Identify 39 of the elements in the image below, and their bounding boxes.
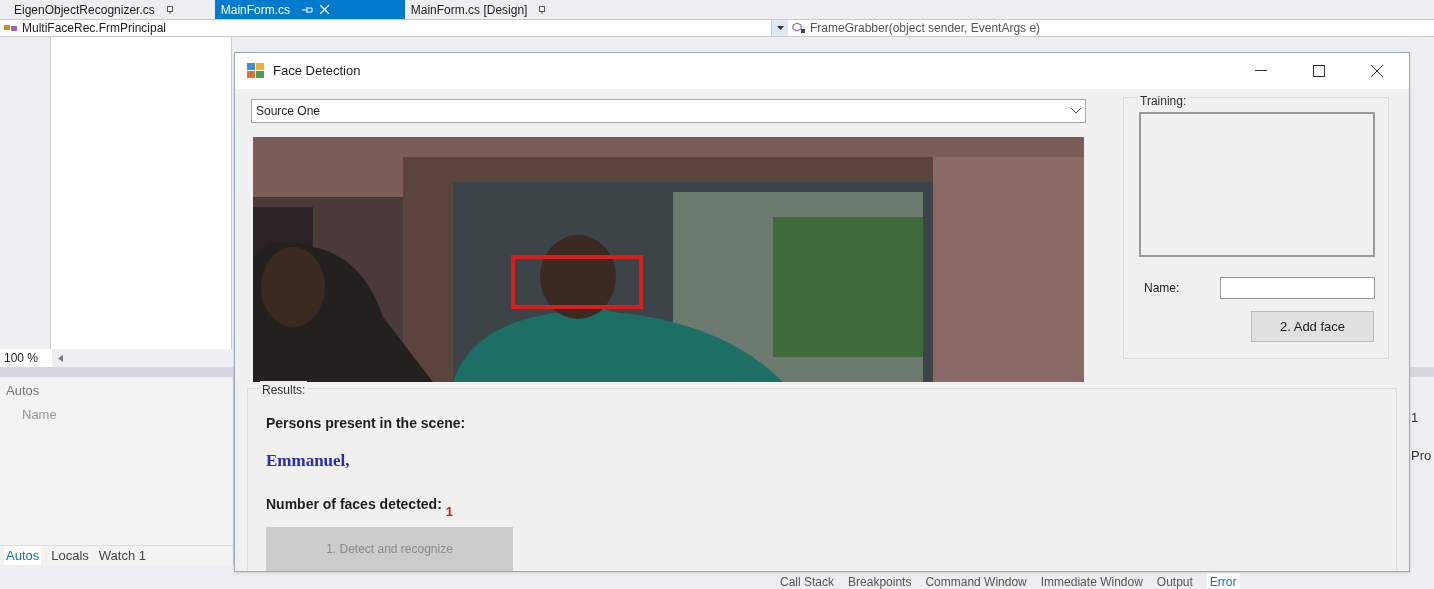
panel-tab[interactable]: Breakpoints (848, 573, 912, 589)
app-icon (247, 63, 265, 79)
editor-tab[interactable]: MainForm.cs [Design] (404, 0, 552, 19)
panel-text: Pro (1411, 446, 1432, 465)
method-icon (792, 22, 806, 34)
panel-tab[interactable]: Command Window (925, 573, 1027, 589)
column-header: Name (22, 405, 57, 424)
name-input[interactable] (1220, 277, 1375, 299)
source-dropdown[interactable]: Source One (251, 99, 1086, 123)
pin-icon[interactable] (302, 5, 315, 14)
panel-tab[interactable]: Error (1206, 573, 1240, 589)
panel-title: Autos (5, 382, 41, 400)
window-title: Face Detection (273, 62, 361, 81)
maximize-icon[interactable] (1313, 65, 1325, 77)
class-icon (4, 23, 18, 33)
pin-icon[interactable] (166, 5, 173, 14)
panel-tab[interactable]: Autos (4, 545, 42, 566)
member-dropdown[interactable]: FrameGrabber(object sender, EventArgs e) (810, 19, 1041, 37)
editor-tab[interactable]: EigenObjectRecognizer.cs (8, 0, 179, 19)
close-icon[interactable] (1371, 65, 1383, 77)
panel-tab[interactable]: Watch 1 (98, 545, 147, 566)
panel-tab[interactable]: Locals (51, 545, 89, 566)
add-face-button[interactable]: 2. Add face (1251, 311, 1374, 342)
persons-value: Emmanuel, (266, 450, 351, 472)
persons-label: Persons present in the scene: (266, 414, 467, 433)
panel-tab[interactable]: Immediate Window (1040, 573, 1143, 589)
zoom-dropdown[interactable]: 100 % (0, 349, 52, 367)
panel-tab[interactable]: Call Stack (780, 573, 835, 589)
faces-count-value: 1 (445, 502, 454, 521)
panel-tab[interactable]: Output (1156, 573, 1193, 589)
scroll-left-icon[interactable] (58, 354, 63, 362)
faces-count-label: Number of faces detected: (266, 494, 442, 514)
minimize-icon[interactable] (1255, 70, 1267, 72)
name-label: Name: (1144, 280, 1181, 297)
type-dropdown[interactable]: MultiFaceRec.FrmPrincipal (22, 19, 167, 37)
panel-text: 1 (1411, 409, 1420, 427)
pin-icon[interactable] (539, 5, 546, 14)
chevron-down-icon[interactable] (1071, 108, 1081, 114)
editor-tab[interactable]: MainForm.cs (214, 0, 405, 19)
